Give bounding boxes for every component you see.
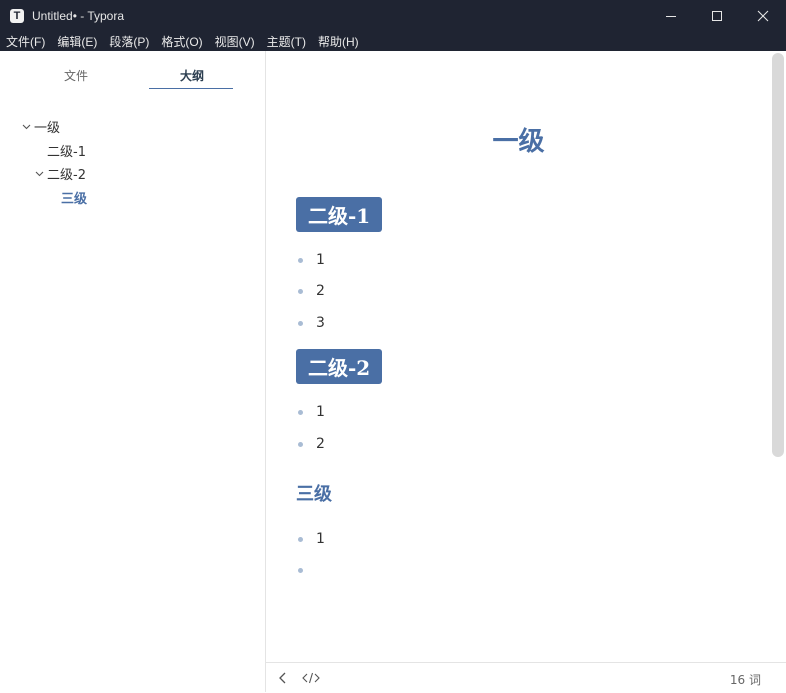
heading-2[interactable]: 二级-1 xyxy=(296,197,383,232)
active-tab-indicator xyxy=(149,88,233,89)
title-bar: T Untitled• - Typora xyxy=(0,0,786,31)
list-item[interactable]: 1 xyxy=(298,402,325,422)
sidebar: 文件 大纲 一级 二级-1 二级-2 三级 xyxy=(0,51,266,692)
bullet-icon xyxy=(298,288,303,294)
list-item[interactable]: 1 xyxy=(298,529,325,549)
bullet-icon xyxy=(298,320,303,326)
close-icon xyxy=(757,10,769,21)
scrollbar-thumb[interactable] xyxy=(772,53,784,457)
sidebar-tabs: 文件 大纲 xyxy=(0,51,265,91)
window-title: Untitled• - Typora xyxy=(32,8,125,23)
menu-paragraph[interactable]: 段落(P) xyxy=(109,33,149,50)
minimize-button[interactable] xyxy=(648,0,694,31)
outline-item-h1[interactable]: 一级 xyxy=(0,115,266,139)
list-item[interactable] xyxy=(298,560,316,580)
list-item[interactable]: 1 xyxy=(298,250,325,270)
source-code-mode-button[interactable] xyxy=(300,667,322,689)
list-item[interactable]: 3 xyxy=(298,313,325,333)
outline-item-label: 一级 xyxy=(34,121,61,137)
maximize-icon xyxy=(712,10,722,21)
tab-files[interactable]: 文件 xyxy=(64,67,88,84)
heading-2[interactable]: 二级-2 xyxy=(296,349,383,384)
menu-view[interactable]: 视图(V) xyxy=(215,33,255,50)
toggle-sidebar-button[interactable] xyxy=(272,667,294,689)
maximize-button[interactable] xyxy=(694,0,740,31)
menu-bar: 文件(F) 编辑(E) 段落(P) 格式(O) 视图(V) 主题(T) 帮助(H… xyxy=(0,31,786,51)
list-item-text: 2 xyxy=(316,283,325,299)
bullet-icon xyxy=(298,567,303,573)
tab-outline[interactable]: 大纲 xyxy=(180,67,204,84)
outline-item-h2-2[interactable]: 二级-2 xyxy=(0,162,266,186)
outline-list: 一级 二级-1 二级-2 三级 xyxy=(0,115,266,209)
bullet-icon xyxy=(298,409,303,415)
list-item-text: 2 xyxy=(316,436,325,452)
menu-edit[interactable]: 编辑(E) xyxy=(57,33,97,50)
menu-help[interactable]: 帮助(H) xyxy=(318,33,359,50)
code-icon xyxy=(302,672,320,684)
editor-scrollbar[interactable] xyxy=(771,51,786,662)
bullet-icon xyxy=(298,536,303,542)
chevron-down-icon[interactable] xyxy=(33,171,45,177)
close-button[interactable] xyxy=(740,0,786,31)
menu-theme[interactable]: 主题(T) xyxy=(267,33,306,50)
outline-item-label: 三级 xyxy=(61,191,88,207)
list-item-text: 1 xyxy=(316,531,325,547)
heading-1[interactable]: 一级 xyxy=(266,121,771,158)
menu-file[interactable]: 文件(F) xyxy=(6,33,45,50)
outline-item-label: 二级-2 xyxy=(47,168,86,184)
list-item-text: 1 xyxy=(316,252,325,268)
list-item-text: 3 xyxy=(316,315,325,331)
list-item[interactable]: 2 xyxy=(298,434,325,454)
outline-item-label: 二级-1 xyxy=(47,144,86,160)
chevron-left-icon xyxy=(279,672,286,684)
list-item[interactable]: 2 xyxy=(298,281,325,301)
window-controls xyxy=(648,0,786,31)
editor-area[interactable]: 一级 二级-1 1 2 3 二级-2 1 2 三级 1 xyxy=(266,51,786,662)
chevron-down-icon[interactable] xyxy=(20,124,32,130)
outline-item-h3[interactable]: 三级 xyxy=(0,186,266,210)
bullet-icon xyxy=(298,441,303,447)
minimize-icon xyxy=(666,15,676,17)
status-bar: 16 词 xyxy=(266,662,786,693)
typora-app-icon: T xyxy=(10,8,24,23)
bullet-icon xyxy=(298,257,303,263)
word-count[interactable]: 16 词 xyxy=(730,671,761,688)
outline-item-h2-1[interactable]: 二级-1 xyxy=(0,139,266,163)
menu-format[interactable]: 格式(O) xyxy=(161,33,202,50)
heading-3[interactable]: 三级 xyxy=(296,480,332,506)
list-item-text: 1 xyxy=(316,404,325,420)
